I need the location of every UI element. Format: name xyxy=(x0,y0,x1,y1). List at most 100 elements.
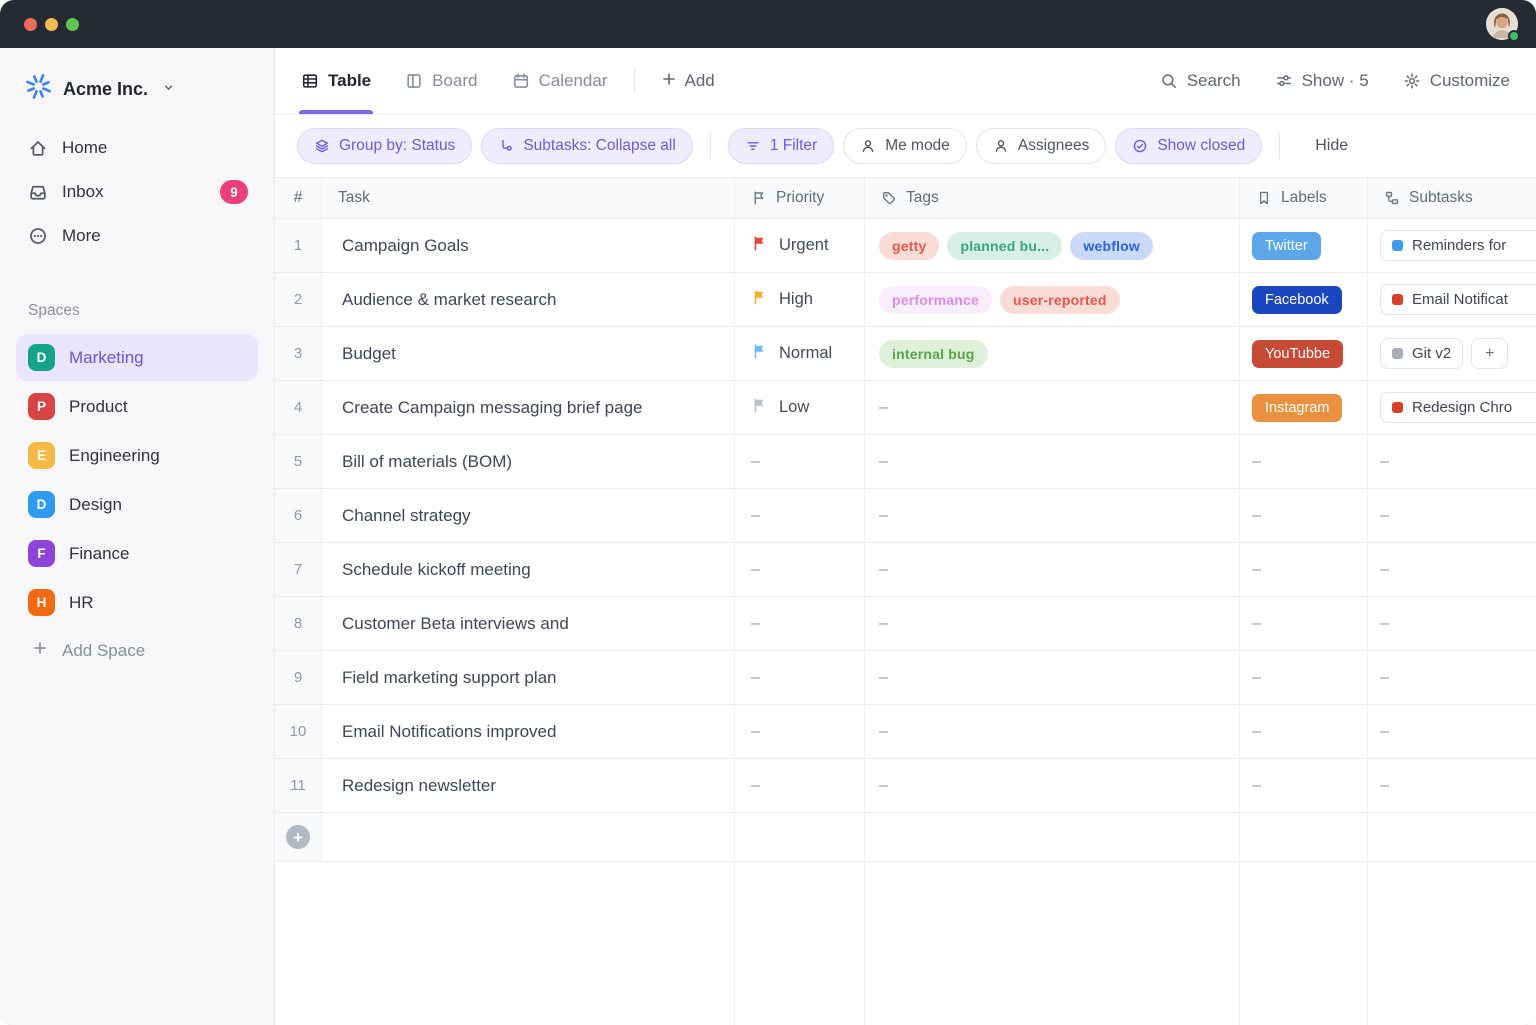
add-space-button[interactable]: Add Space xyxy=(16,628,258,673)
tags-cell[interactable]: – xyxy=(865,381,1240,434)
customize-button[interactable]: Customize xyxy=(1403,71,1510,91)
workspace-switcher[interactable]: Acme Inc. xyxy=(16,66,258,126)
subtasks-cell[interactable]: Email Notificat xyxy=(1368,273,1536,326)
subtasks-cell[interactable]: – xyxy=(1368,435,1536,488)
labels-cell[interactable]: YouTubbe xyxy=(1240,327,1368,380)
priority-cell[interactable]: Low xyxy=(735,381,865,434)
column-header-tags[interactable]: Tags xyxy=(865,178,1240,218)
priority-cell[interactable]: – xyxy=(735,597,865,650)
priority-cell[interactable]: Urgent xyxy=(735,219,865,272)
subtasks-cell[interactable]: – xyxy=(1368,759,1536,812)
sidebar-item-finance[interactable]: FFinance xyxy=(16,530,258,577)
task-name-cell[interactable]: Redesign newsletter xyxy=(322,759,735,812)
tags-cell[interactable]: performance user-reported xyxy=(865,273,1240,326)
subtask-chip[interactable]: Redesign Chro xyxy=(1380,392,1536,423)
tag-pill[interactable]: webflow xyxy=(1070,232,1153,260)
label-chip[interactable]: Facebook xyxy=(1252,286,1342,314)
hide-button[interactable]: Hide xyxy=(1315,137,1348,155)
label-chip[interactable]: Twitter xyxy=(1252,232,1321,260)
task-name-cell[interactable]: Email Notifications improved xyxy=(322,705,735,758)
close-button[interactable] xyxy=(24,18,37,31)
filter-pill-1-filter[interactable]: 1 Filter xyxy=(728,128,834,164)
task-name-cell[interactable]: Create Campaign messaging brief page xyxy=(322,381,735,434)
filter-pill-group-by-status[interactable]: Group by: Status xyxy=(297,128,472,164)
priority-cell[interactable]: – xyxy=(735,435,865,488)
sidebar-item-inbox[interactable]: Inbox9 xyxy=(16,170,258,214)
column-header-priority[interactable]: Priority xyxy=(735,178,865,218)
labels-cell[interactable]: – xyxy=(1240,489,1368,542)
sidebar-item-hr[interactable]: HHR xyxy=(16,579,258,626)
subtask-chip[interactable]: Reminders for xyxy=(1380,230,1536,261)
subtasks-cell[interactable]: Git v2 + xyxy=(1368,327,1536,380)
tab-board[interactable]: Board xyxy=(405,48,477,114)
filter-pill-show-closed[interactable]: Show closed xyxy=(1115,128,1262,164)
sidebar-item-marketing[interactable]: DMarketing xyxy=(16,334,258,381)
tags-cell[interactable]: – xyxy=(865,597,1240,650)
subtask-chip[interactable]: Git v2 xyxy=(1380,338,1463,369)
labels-cell[interactable]: – xyxy=(1240,705,1368,758)
labels-cell[interactable]: – xyxy=(1240,759,1368,812)
subtasks-cell[interactable]: – xyxy=(1368,705,1536,758)
tags-cell[interactable]: – xyxy=(865,651,1240,704)
sidebar-item-product[interactable]: PProduct xyxy=(16,383,258,430)
task-name-cell[interactable]: Budget xyxy=(322,327,735,380)
labels-cell[interactable]: Facebook xyxy=(1240,273,1368,326)
priority-cell[interactable]: – xyxy=(735,705,865,758)
tag-pill[interactable]: internal bug xyxy=(879,340,988,368)
column-header-task[interactable]: Task xyxy=(322,178,735,218)
subtasks-cell[interactable]: – xyxy=(1368,651,1536,704)
priority-cell[interactable]: Normal xyxy=(735,327,865,380)
tag-pill[interactable]: user-reported xyxy=(1000,286,1120,314)
filter-pill-me-mode[interactable]: Me mode xyxy=(843,128,967,164)
labels-cell[interactable]: Instagram xyxy=(1240,381,1368,434)
priority-cell[interactable]: – xyxy=(735,489,865,542)
task-name-cell[interactable]: Field marketing support plan xyxy=(322,651,735,704)
sidebar-item-home[interactable]: Home xyxy=(16,126,258,170)
tags-cell[interactable]: – xyxy=(865,543,1240,596)
subtask-chip[interactable]: Email Notificat xyxy=(1380,284,1536,315)
labels-cell[interactable]: – xyxy=(1240,651,1368,704)
label-chip[interactable]: YouTubbe xyxy=(1252,340,1343,368)
subtasks-cell[interactable]: Redesign Chro xyxy=(1368,381,1536,434)
tag-pill[interactable]: performance xyxy=(879,286,992,314)
task-name-cell[interactable]: Customer Beta interviews and xyxy=(322,597,735,650)
tab-calendar[interactable]: Calendar xyxy=(512,48,608,114)
subtasks-cell[interactable]: – xyxy=(1368,597,1536,650)
tags-cell[interactable]: – xyxy=(865,705,1240,758)
add-subtask-button[interactable]: + xyxy=(1471,338,1508,369)
tab-table[interactable]: Table xyxy=(301,48,371,114)
subtasks-cell[interactable]: – xyxy=(1368,489,1536,542)
sidebar-item-engineering[interactable]: EEngineering xyxy=(16,432,258,479)
task-name-cell[interactable]: Channel strategy xyxy=(322,489,735,542)
priority-cell[interactable]: – xyxy=(735,759,865,812)
tags-cell[interactable]: internal bug xyxy=(865,327,1240,380)
tags-cell[interactable]: – xyxy=(865,759,1240,812)
add-task-button[interactable]: + xyxy=(286,825,310,849)
tags-cell[interactable]: – xyxy=(865,489,1240,542)
column-header-num[interactable]: # xyxy=(275,178,322,218)
show-button[interactable]: Show · 5 xyxy=(1275,71,1369,91)
add-view-button[interactable]: Add xyxy=(661,71,715,92)
task-name-cell[interactable]: Audience & market research xyxy=(322,273,735,326)
labels-cell[interactable]: – xyxy=(1240,435,1368,488)
search-button[interactable]: Search xyxy=(1160,71,1241,91)
tag-pill[interactable]: planned bu... xyxy=(947,232,1062,260)
priority-cell[interactable]: – xyxy=(735,543,865,596)
label-chip[interactable]: Instagram xyxy=(1252,394,1342,422)
subtasks-cell[interactable]: Reminders for xyxy=(1368,219,1536,272)
filter-pill-assignees[interactable]: Assignees xyxy=(976,128,1107,164)
sidebar-item-design[interactable]: DDesign xyxy=(16,481,258,528)
labels-cell[interactable]: – xyxy=(1240,597,1368,650)
tags-cell[interactable]: – xyxy=(865,435,1240,488)
filter-pill-subtasks-collapse-all[interactable]: Subtasks: Collapse all xyxy=(481,128,693,164)
task-name-cell[interactable]: Campaign Goals xyxy=(322,219,735,272)
user-avatar[interactable] xyxy=(1486,8,1518,40)
task-name-cell[interactable]: Bill of materials (BOM) xyxy=(322,435,735,488)
column-header-labels[interactable]: Labels xyxy=(1240,178,1368,218)
sidebar-item-more[interactable]: More xyxy=(16,214,258,258)
minimize-button[interactable] xyxy=(45,18,58,31)
priority-cell[interactable]: High xyxy=(735,273,865,326)
priority-cell[interactable]: – xyxy=(735,651,865,704)
column-header-subtasks[interactable]: Subtasks xyxy=(1368,178,1536,218)
zoom-button[interactable] xyxy=(66,18,79,31)
